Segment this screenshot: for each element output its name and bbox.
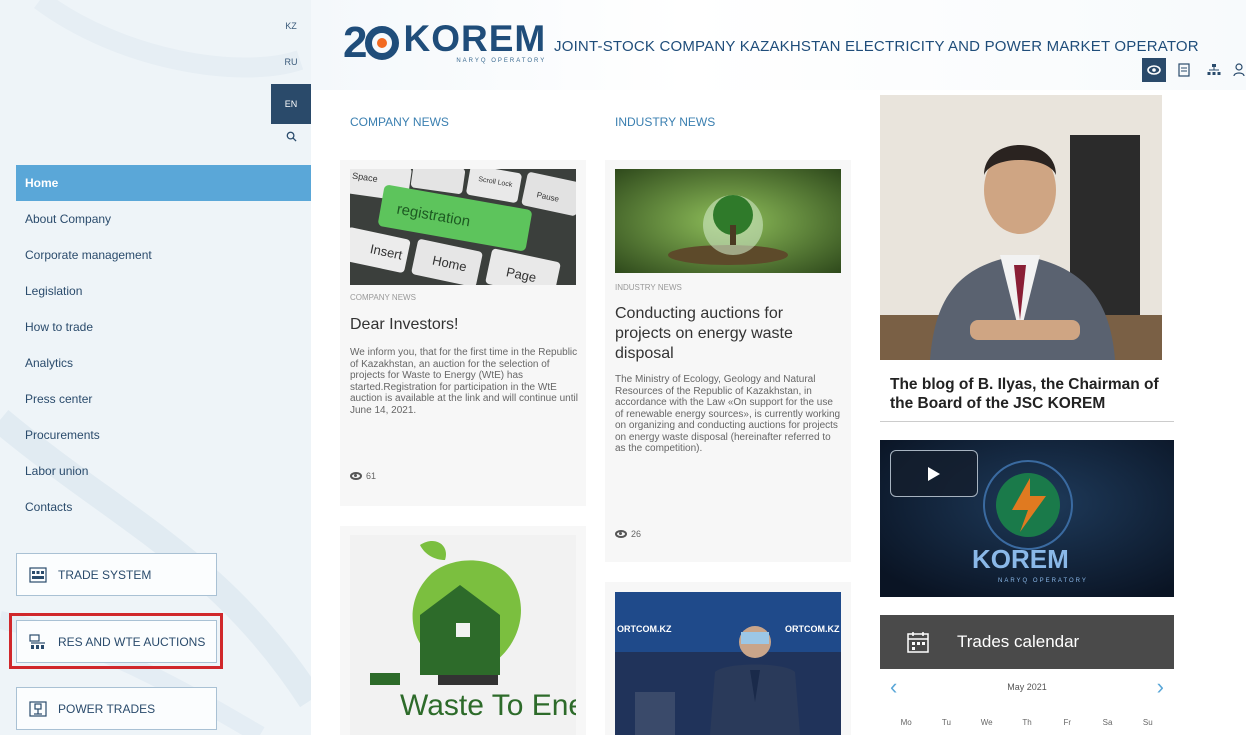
next-month-icon[interactable]: › [1157, 676, 1164, 698]
prev-month-icon[interactable]: ‹ [890, 676, 897, 698]
news-title[interactable]: Dear Investors! [350, 315, 576, 335]
blog-title[interactable]: The blog of B. Ilyas, the Chairman of th… [890, 375, 1174, 413]
globe-tree-image [615, 169, 841, 273]
weekday: We [980, 718, 993, 727]
eye-icon [615, 530, 627, 538]
nav-labor-union[interactable]: Labor union [16, 453, 311, 489]
calendar-title: Trades calendar [957, 632, 1080, 651]
power-trades-button[interactable]: POWER TRADES [16, 687, 217, 730]
company-news-card[interactable]: Space Scroll Lock Pause registration Ins… [340, 160, 586, 506]
view-count: 26 [615, 529, 641, 539]
calendar-icon [907, 632, 929, 653]
language-switcher: KZ RU EN [271, 8, 311, 154]
trade-system-icon [29, 566, 47, 583]
news-excerpt: We inform you, that for the first time i… [350, 347, 578, 416]
chairman-photo[interactable] [880, 95, 1162, 360]
waste-to-energy-image: Waste To Energy [350, 535, 576, 735]
logo-title: KOREM [403, 18, 547, 59]
calendar-weekdays: Mo Tu We Th Fr Sa Su [880, 718, 1174, 727]
play-icon [928, 466, 940, 481]
nav-legislation[interactable]: Legislation [16, 273, 311, 309]
nav-procurements[interactable]: Procurements [16, 417, 311, 453]
anniversary-20-logo: 2 [343, 20, 400, 66]
weekday: Sa [1102, 718, 1113, 727]
trade-system-button[interactable]: TRADE SYSTEM [16, 553, 217, 596]
site-header: 2 KOREM NARYQ OPERATORY JOINT-STOCK COMP… [311, 0, 1246, 90]
news-category: COMPANY NEWS [350, 293, 416, 302]
nav-corporate-management[interactable]: Corporate management [16, 237, 311, 273]
news-title[interactable]: Conducting auctions for projects on ener… [615, 304, 841, 364]
power-trades-label: POWER TRADES [58, 701, 156, 716]
eye-icon [350, 472, 362, 480]
divider [880, 421, 1174, 422]
calendar-month-nav: ‹ May 2021 › [880, 676, 1174, 698]
lang-kz[interactable]: KZ [271, 8, 311, 44]
nav-how-to-trade[interactable]: How to trade [16, 309, 311, 345]
image-caption: ORTCOM.KZ [617, 624, 672, 634]
play-button[interactable] [890, 450, 978, 497]
weekday: Th [1022, 718, 1032, 727]
company-title: JOINT-STOCK COMPANY KAZAKHSTAN ELECTRICI… [554, 38, 1199, 55]
industry-news-heading[interactable]: INDUSTRY NEWS [615, 115, 715, 129]
main-nav: Home About Company Corporate management … [16, 165, 311, 525]
calendar-month: May 2021 [1007, 682, 1047, 692]
trades-calendar-header[interactable]: Trades calendar [880, 615, 1174, 669]
industry-news-card[interactable]: ORTCOM.KZ ORTCOM.KZ [605, 582, 851, 735]
company-news-heading[interactable]: COMPANY NEWS [350, 115, 449, 129]
visually-impaired-eye-icon[interactable] [1142, 58, 1166, 82]
weekday: Tu [941, 718, 951, 727]
company-news-card[interactable]: Waste To Energy [340, 526, 586, 735]
sitemap-icon[interactable] [1202, 58, 1226, 82]
video-sub: NARYQ OPERATORY [998, 578, 1088, 584]
lang-ru[interactable]: RU [271, 44, 311, 80]
view-count: 61 [350, 471, 376, 481]
news-excerpt: The Ministry of Ecology, Geology and Nat… [615, 374, 841, 454]
nav-home[interactable]: Home [16, 165, 311, 201]
image-caption: Waste To Energy [400, 689, 576, 722]
nav-press-center[interactable]: Press center [16, 381, 311, 417]
korem-logo[interactable]: 2 KOREM NARYQ OPERATORY [343, 20, 546, 66]
weekday: Mo [900, 718, 912, 727]
news-category: INDUSTRY NEWS [615, 283, 682, 292]
weekday: Fr [1063, 718, 1072, 727]
registration-keyboard-image: Space Scroll Lock Pause registration Ins… [350, 169, 576, 285]
nav-analytics[interactable]: Analytics [16, 345, 311, 381]
highlight-frame [9, 613, 223, 669]
trade-system-label: TRADE SYSTEM [58, 567, 152, 582]
press-conference-image: ORTCOM.KZ ORTCOM.KZ [615, 592, 841, 735]
search-icon[interactable] [271, 124, 311, 154]
users-icon[interactable] [1232, 58, 1246, 82]
sidebar: KZ RU EN Home About Company Corporate ma… [0, 0, 311, 735]
document-icon[interactable] [1172, 58, 1196, 82]
lang-en[interactable]: EN [271, 84, 311, 124]
weekday: Su [1142, 718, 1153, 727]
nav-about-company[interactable]: About Company [16, 201, 311, 237]
image-caption: ORTCOM.KZ [785, 624, 840, 634]
accessibility-tools [1136, 58, 1246, 82]
power-trades-icon [29, 700, 47, 717]
logo-subtitle: NARYQ OPERATORY [456, 58, 547, 64]
industry-news-card[interactable]: INDUSTRY NEWS Conducting auctions for pr… [605, 160, 851, 562]
video-brand: KOREM [972, 544, 1069, 574]
nav-contacts[interactable]: Contacts [16, 489, 311, 525]
